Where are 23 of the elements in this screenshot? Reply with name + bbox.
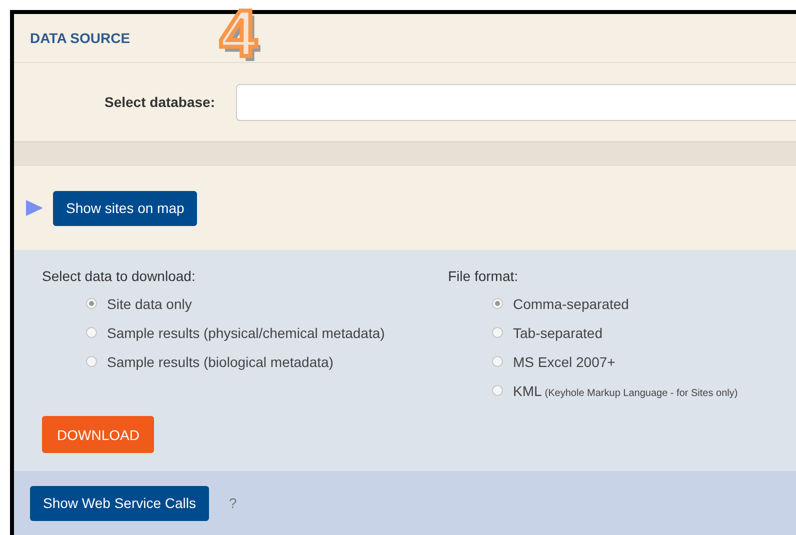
radio-button[interactable]: [492, 356, 503, 367]
option-label[interactable]: Comma-separated: [513, 296, 629, 312]
option-label[interactable]: Tab-separated: [513, 324, 603, 340]
triangle-icon: [26, 200, 43, 216]
option-label[interactable]: Sample results (biological metadata): [107, 354, 334, 370]
radio-button[interactable]: [86, 356, 97, 367]
radio-button[interactable]: [86, 298, 97, 309]
group-label: Select data to download:: [42, 268, 196, 284]
web-service-button[interactable]: Show Web Service Calls: [30, 486, 210, 520]
section-title: DATA SOURCE: [30, 30, 130, 46]
database-field[interactable]: [236, 84, 796, 120]
option-label[interactable]: KML (Keyhole Markup Language - for Sites only): [513, 382, 738, 398]
option-label[interactable]: Site data only: [107, 296, 192, 312]
radio-button[interactable]: [492, 298, 503, 309]
show-map-button[interactable]: Show sites on map: [53, 190, 198, 226]
radio-button[interactable]: [492, 327, 503, 338]
option-label[interactable]: MS Excel 2007+: [513, 354, 616, 370]
option-label[interactable]: Sample results (physical/chemical metadata): [107, 324, 385, 340]
field-label: Select database:: [104, 94, 215, 110]
step-number: 4: [220, 0, 257, 66]
radio-button[interactable]: [492, 385, 503, 396]
group-label: File format:: [448, 268, 520, 284]
radio-button[interactable]: [86, 327, 97, 338]
